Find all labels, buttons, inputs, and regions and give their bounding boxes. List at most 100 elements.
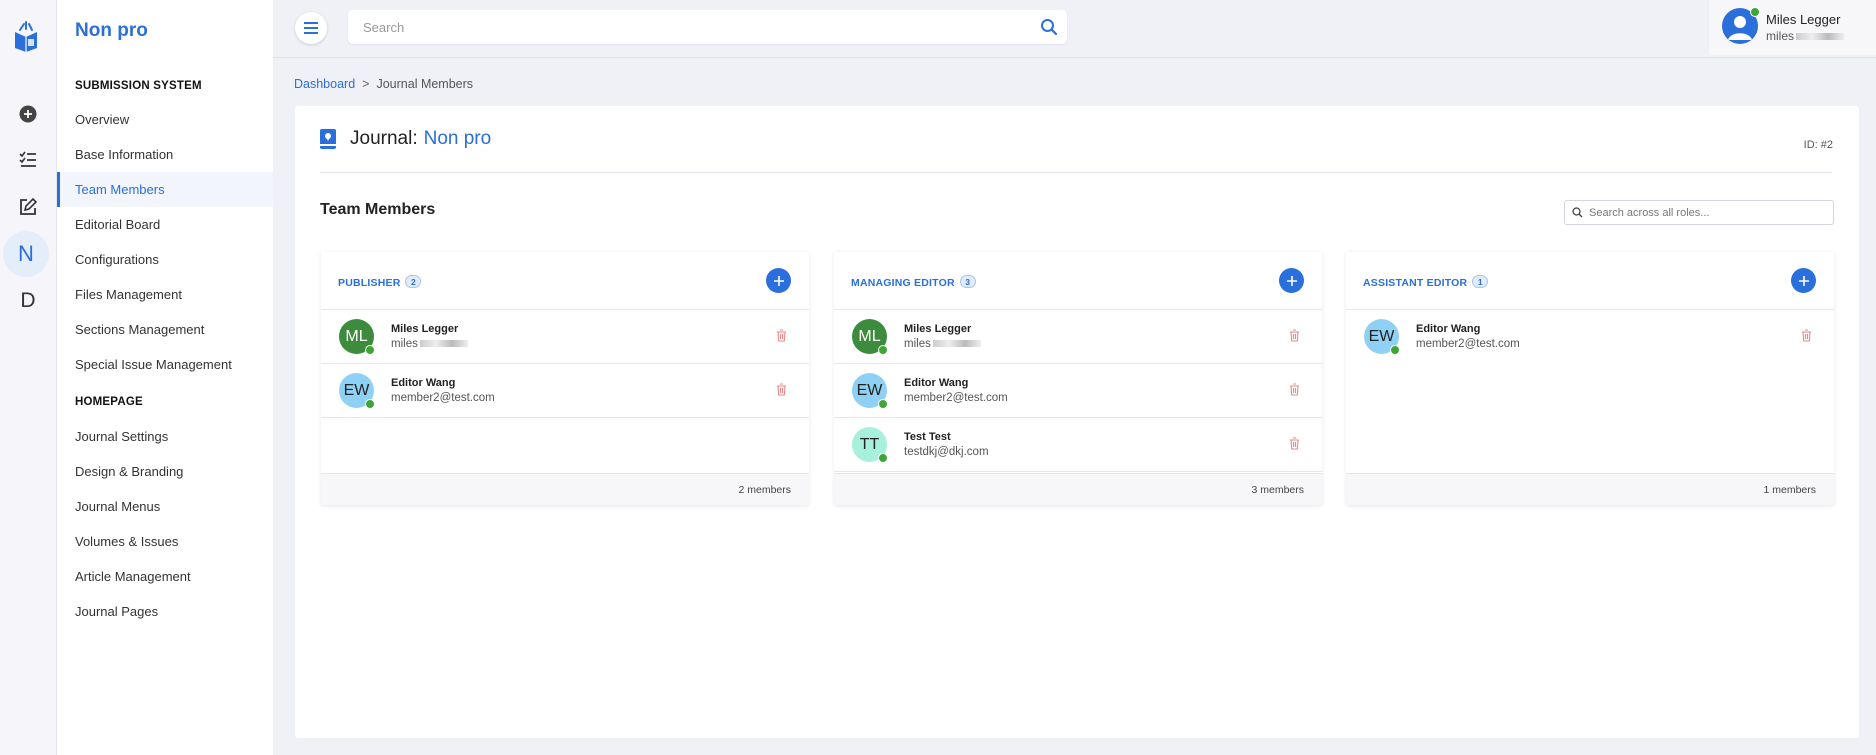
role-header: MANAGING EDITOR 3 [834,252,1322,310]
sidebar-item-team-members[interactable]: Team Members [57,172,273,207]
breadcrumb-dashboard-link[interactable]: Dashboard [294,77,355,91]
user-email: miles [1766,29,1845,43]
breadcrumb-current: Journal Members [376,77,474,91]
role-name: PUBLISHER 2 [338,275,422,289]
hamburger-icon [304,22,318,34]
user-email-text: miles [1766,29,1795,43]
role-search-input[interactable] [1589,201,1829,224]
sidebar-item-sections-management[interactable]: Sections Management [57,312,273,347]
sidebar-item-volumes-issues[interactable]: Volumes & Issues [57,524,273,559]
book-icon [320,129,336,149]
sidebar-item-journal-menus[interactable]: Journal Menus [57,489,273,524]
avatar: ML [852,319,888,355]
rail-journal-n[interactable]: N [3,231,49,277]
role-name: MANAGING EDITOR 3 [851,275,976,289]
member-count: 2 members [738,484,791,496]
sidebar-item-special-issue-management[interactable]: Special Issue Management [57,347,273,382]
online-status-dot [1390,345,1400,355]
avatar-initials: EW [856,381,883,399]
rail-add-button[interactable] [4,94,52,134]
rail-letter-n: N [18,241,34,266]
delete-icon[interactable] [776,383,787,396]
sidebar-item-article-management[interactable]: Article Management [57,559,273,594]
delete-icon[interactable] [1289,329,1300,342]
user-menu[interactable]: Miles Legger miles [1708,0,1876,55]
journal-id: ID: #2 [1803,139,1833,151]
member-name: Editor Wang [391,377,456,389]
breadcrumb-separator: > [362,77,370,91]
avatar: EW [852,373,888,409]
avatar: EW [339,373,375,409]
role-name-text: MANAGING EDITOR [851,277,955,289]
journal-name: Non pro [423,128,492,149]
global-search [348,10,1067,44]
avatar-initials: ML [345,327,368,345]
rail-journal-d[interactable]: D [4,281,52,321]
redacted-text [419,340,468,348]
sidebar-item-editorial-board[interactable]: Editorial Board [57,207,273,242]
plus-icon [773,275,784,286]
member-name: Editor Wang [904,377,969,389]
delete-icon[interactable] [1289,437,1300,450]
avatar: ML [339,319,375,355]
member-row: EW Editor Wang member2@test.com [1346,310,1834,364]
role-count-badge: 1 [1472,275,1489,288]
role-footer: 2 members [321,473,809,505]
section-title: Team Members [320,201,436,218]
delete-icon[interactable] [1289,383,1300,396]
search-icon[interactable] [1040,18,1058,36]
sidebar-item-journal-pages[interactable]: Journal Pages [57,594,273,629]
member-email: miles [391,338,468,350]
role-footer: 1 members [1346,473,1834,505]
member-count: 3 members [1251,484,1304,496]
member-count: 1 members [1763,484,1816,496]
avatar-initials: ML [858,327,881,345]
member-row: TT Test Test testdkj@dkj.com [834,418,1322,472]
journal-title[interactable]: Non pro [75,20,148,42]
avatar-initials: TT [859,435,880,453]
search-icon [1572,207,1583,218]
role-header: PUBLISHER 2 [321,252,809,310]
redacted-text [1796,33,1845,41]
rail-letter-d: D [20,289,36,312]
add-circle-icon [19,105,37,123]
menu-toggle-button[interactable] [295,12,327,44]
member-name: Miles Legger [904,323,972,335]
member-email: miles [904,338,981,350]
role-name-text: ASSISTANT EDITOR [1363,277,1468,289]
search-input[interactable] [348,10,1008,44]
user-name: Miles Legger [1766,12,1841,27]
delete-icon[interactable] [776,329,787,342]
journal-members-card: Journal: Non pro ID: #2 Team Members PUB… [295,106,1859,738]
checklist-icon [19,151,36,167]
breadcrumb: Dashboard > Journal Members [294,77,473,91]
sidebar: Non pro SUBMISSION SYSTEM Overview Base … [57,0,273,755]
member-row: ML Miles Legger miles [321,310,809,364]
plus-icon [1286,275,1297,286]
sidebar-item-files-management[interactable]: Files Management [57,277,273,312]
member-email: member2@test.com [1416,338,1520,350]
member-email: member2@test.com [904,392,1008,404]
logo-icon[interactable] [12,20,40,52]
sidebar-item-overview[interactable]: Overview [57,102,273,137]
role-footer: 3 members [834,473,1322,505]
add-member-button[interactable] [1279,268,1304,293]
member-email-text: miles [904,338,931,350]
online-status-dot [1750,7,1760,17]
top-bar: Miles Legger miles [273,0,1876,58]
sidebar-item-design-branding[interactable]: Design & Branding [57,454,273,489]
role-column-publisher: PUBLISHER 2 ML Miles Legger miles EW Edit… [321,252,809,505]
icon-rail: N D [0,0,57,755]
add-member-button[interactable] [1791,268,1816,293]
redacted-text [932,340,981,348]
member-row: ML Miles Legger miles [834,310,1322,364]
add-member-button[interactable] [766,268,791,293]
rail-edit-button[interactable] [4,187,52,227]
plus-icon [1798,275,1809,286]
rail-tasks-button[interactable] [4,140,52,180]
sidebar-item-configurations[interactable]: Configurations [57,242,273,277]
sidebar-item-base-information[interactable]: Base Information [57,137,273,172]
role-count-badge: 2 [405,275,422,288]
delete-icon[interactable] [1801,329,1812,342]
sidebar-item-journal-settings[interactable]: Journal Settings [57,419,273,454]
